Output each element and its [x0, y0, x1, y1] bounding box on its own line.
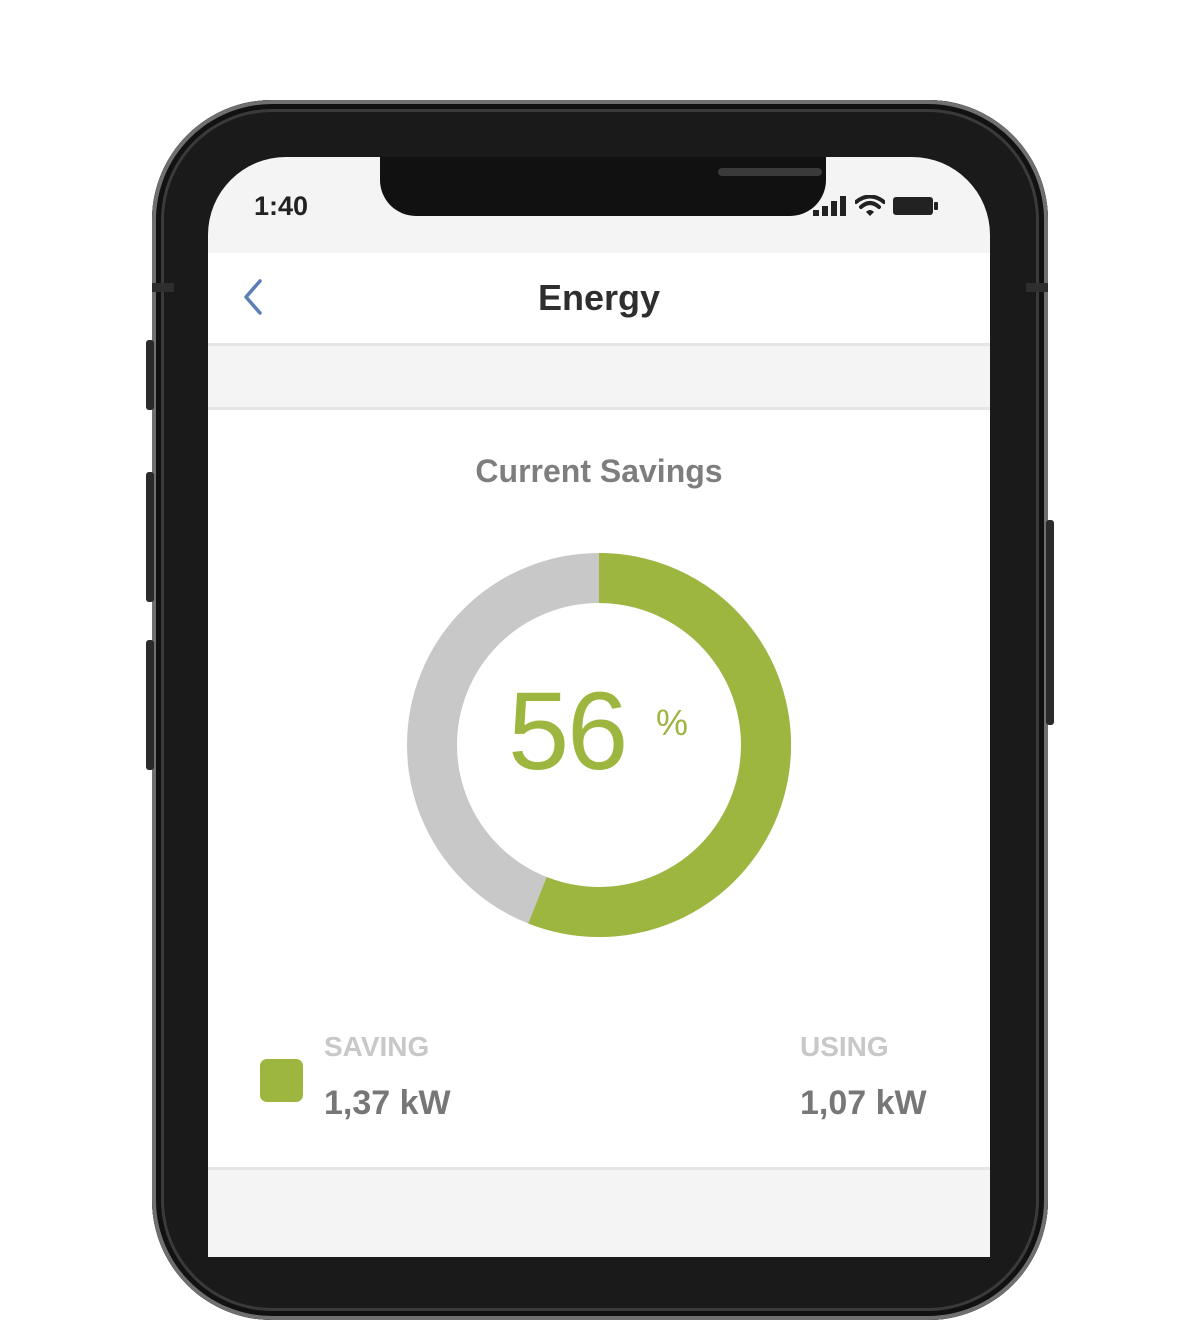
- antenna-band: [1026, 283, 1048, 292]
- status-icons: [813, 195, 939, 217]
- power-button: [1046, 520, 1054, 725]
- page-title: Energy: [537, 277, 661, 318]
- wifi-icon: [855, 195, 885, 216]
- volume-up-button: [146, 472, 154, 602]
- speaker-grille: [718, 168, 822, 176]
- battery-icon: [893, 197, 938, 215]
- percent-sign: %: [656, 702, 689, 743]
- phone-screen: 1:40 Energy Current Savings 56 % SAVING …: [208, 157, 990, 1257]
- status-time: 1:40: [254, 191, 309, 221]
- saving-legend-swatch: [260, 1059, 303, 1102]
- volume-down-button: [146, 640, 154, 770]
- signal-icon: [813, 196, 846, 216]
- divider: [208, 343, 990, 346]
- using-label: USING: [800, 1031, 889, 1062]
- notch: [380, 157, 826, 216]
- savings-percent: 56: [508, 670, 628, 793]
- saving-value: 1,37 kW: [324, 1084, 451, 1122]
- using-value: 1,07 kW: [800, 1084, 927, 1122]
- antenna-band: [152, 283, 174, 292]
- mute-switch: [146, 340, 154, 410]
- saving-label: SAVING: [324, 1031, 430, 1062]
- savings-title: Current Savings: [475, 453, 723, 489]
